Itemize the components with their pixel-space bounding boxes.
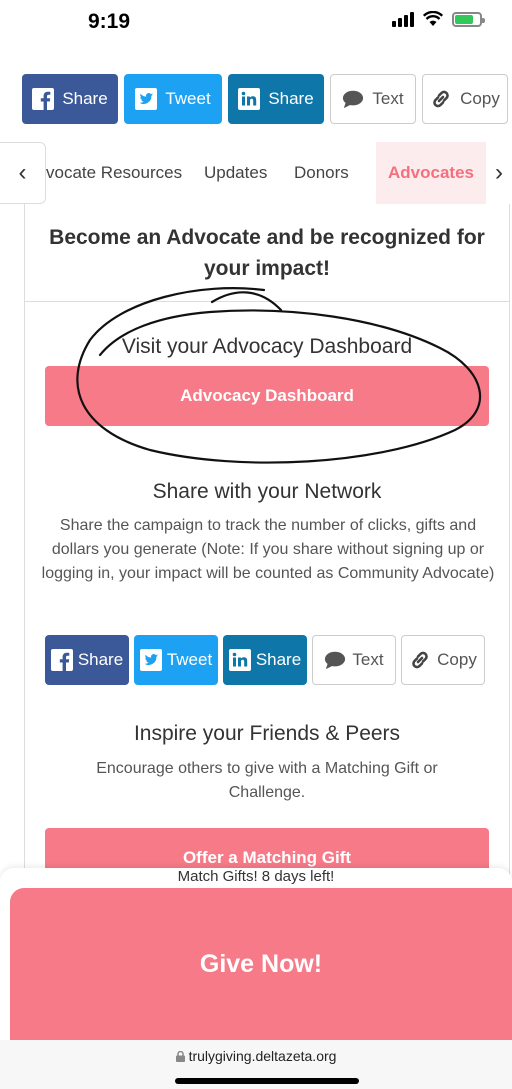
chevron-right-icon[interactable]: › [486, 142, 512, 204]
top-share-row: Share Tweet Share Text Copy [22, 74, 508, 124]
browser-url-bar[interactable]: trulygiving.deltazeta.org [0, 1040, 512, 1089]
card-copy-link-label: Copy [437, 650, 477, 669]
card-text-share-button[interactable]: Text [312, 635, 396, 685]
card-facebook-share-label: Share [77, 650, 124, 669]
card-twitter-tweet-label: Tweet [166, 650, 213, 669]
card-text-share-label: Text [352, 650, 384, 669]
facebook-icon [50, 649, 73, 671]
status-time: 9:19 [88, 10, 131, 33]
home-indicator[interactable] [175, 1078, 359, 1084]
linkedin-icon [228, 649, 251, 671]
tab-advocates[interactable]: Advocates [376, 142, 486, 204]
linkedin-icon [238, 88, 261, 110]
speech-bubble-icon [324, 649, 346, 671]
tab-updates[interactable]: Updates [204, 142, 267, 204]
facebook-share-label: Share [62, 89, 108, 108]
card-facebook-share-button[interactable]: Share [45, 635, 129, 685]
copy-link-label: Copy [460, 89, 500, 108]
inspire-description: Encourage others to give with a Matching… [96, 760, 438, 801]
match-gifts-countdown: Match Gifts! 8 days left! [177, 868, 335, 885]
copy-link-button[interactable]: Copy [422, 74, 508, 124]
card-twitter-tweet-button[interactable]: Tweet [134, 635, 218, 685]
battery-icon [452, 11, 485, 27]
network-description: Share the campaign to track the number o… [41, 517, 495, 582]
status-bar: 9:19 [0, 0, 512, 44]
linkedin-share-button[interactable]: Share [228, 74, 324, 124]
advocacy-dashboard-button[interactable]: Advocacy Dashboard [45, 366, 489, 426]
twitter-tweet-button[interactable]: Tweet [124, 74, 222, 124]
give-now-button[interactable]: Give Now! [10, 888, 512, 1040]
speech-bubble-icon [342, 88, 364, 110]
signal-icon [392, 11, 414, 27]
text-share-label: Text [372, 89, 404, 108]
lock-icon [175, 1049, 185, 1065]
give-bottom-sheet: Match Gifts! 8 days left! Give Now! [0, 868, 512, 1040]
link-icon [409, 649, 431, 671]
twitter-icon [139, 649, 162, 671]
inspire-title: Inspire your Friends & Peers [133, 722, 401, 745]
link-icon [430, 88, 452, 110]
url-display: trulygiving.deltazeta.org [0, 1048, 512, 1065]
network-title: Share with your Network [152, 480, 382, 503]
tab-advocate-resources[interactable]: vocate Resources [46, 142, 182, 204]
dashboard-title: Visit your Advocacy Dashboard [121, 335, 413, 358]
card-copy-link-button[interactable]: Copy [401, 635, 485, 685]
tab-bar: ‹ vocate Resources Updates Donors Advoca… [0, 142, 512, 204]
chevron-left-icon[interactable]: ‹ [0, 142, 46, 204]
linkedin-share-label: Share [268, 89, 314, 108]
card-linkedin-share-label: Share [255, 650, 302, 669]
facebook-share-button[interactable]: Share [22, 74, 118, 124]
card-share-row: Share Tweet Share Text Copy [45, 635, 485, 685]
offer-matching-gift-label: Offer a Matching Gift [182, 848, 352, 867]
url-text: trulygiving.deltazeta.org [188, 1048, 337, 1064]
facebook-icon [32, 88, 55, 110]
twitter-icon [135, 88, 158, 110]
text-share-button[interactable]: Text [330, 74, 416, 124]
status-icons [392, 11, 485, 27]
card-linkedin-share-button[interactable]: Share [223, 635, 307, 685]
wifi-icon [423, 11, 443, 26]
advocate-card: Become an Advocate and be recognized for… [24, 204, 510, 904]
twitter-tweet-label: Tweet [165, 89, 211, 108]
card-header: Become an Advocate and be recognized for… [25, 204, 509, 302]
tab-donors[interactable]: Donors [294, 142, 349, 204]
